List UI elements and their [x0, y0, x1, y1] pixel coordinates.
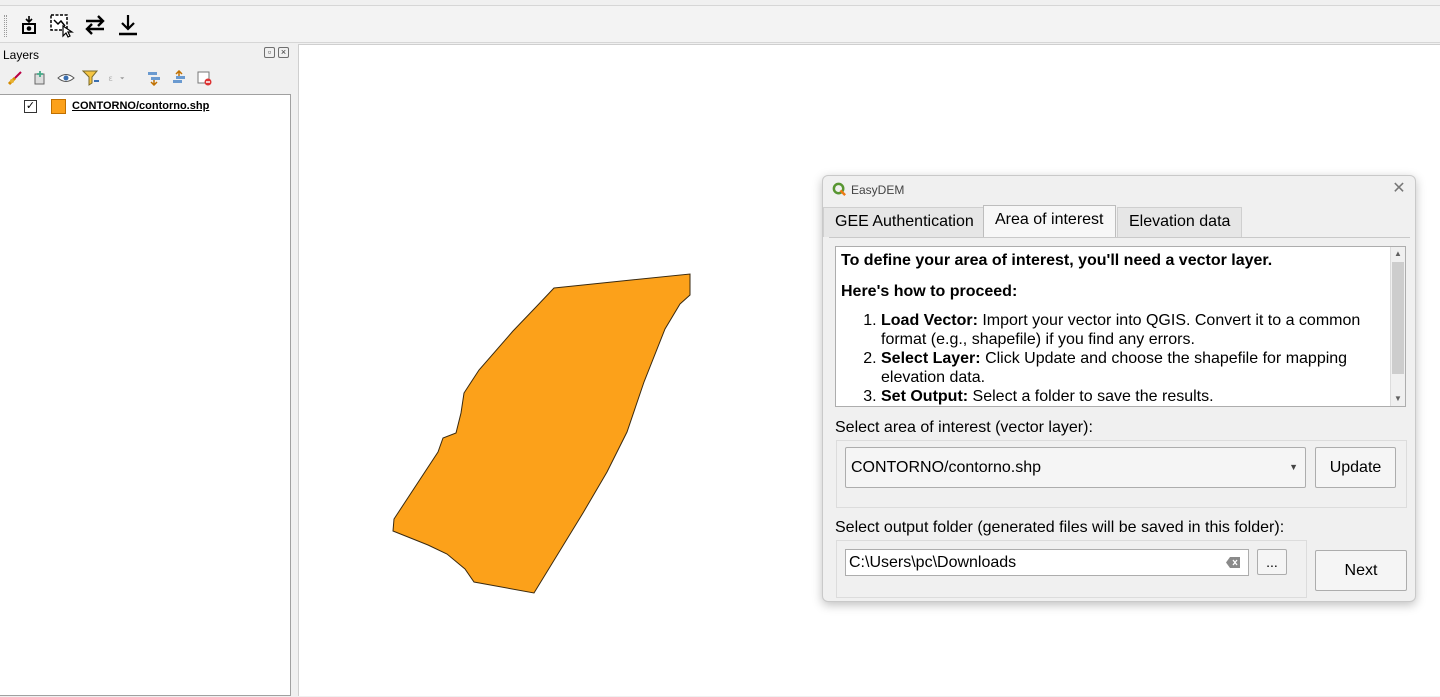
browse-button[interactable]: ... [1257, 549, 1287, 575]
instruction-step: Set Output: Select a folder to save the … [881, 387, 1391, 406]
instructions-steps: Load Vector: Import your vector into QGI… [841, 311, 1391, 406]
toolbar-grip[interactable] [4, 15, 7, 37]
output-folder-value: C:\Users\pc\Downloads [849, 554, 1017, 571]
clear-icon[interactable] [1226, 557, 1240, 568]
panel-splitter[interactable] [291, 43, 298, 696]
tab-area-of-interest[interactable]: Area of interest [983, 205, 1116, 238]
layer-symbol-swatch[interactable] [51, 98, 66, 114]
qgis-logo-icon [832, 182, 846, 196]
plugin-toolbar [0, 5, 1440, 43]
collapse-all-icon[interactable] [170, 69, 188, 87]
aoi-layer-select[interactable]: CONTORNO/contorno.shp ▼ [845, 447, 1306, 488]
output-folder-input[interactable]: C:\Users\pc\Downloads [845, 549, 1249, 576]
output-folder-group: C:\Users\pc\Downloads ... [836, 540, 1307, 598]
filter-icon[interactable] [82, 69, 100, 87]
instruction-step: Load Vector: Import your vector into QGI… [881, 311, 1391, 349]
tab-pane-area-of-interest: To define your area of interest, you'll … [829, 237, 1410, 598]
layer-tree-item[interactable]: ✓ CONTORNO/contorno.shp [24, 98, 209, 114]
remove-layer-icon[interactable] [195, 69, 213, 87]
scroll-down-icon[interactable]: ▼ [1391, 392, 1405, 406]
aoi-label: Select area of interest (vector layer): [835, 419, 1093, 436]
select-map-area-icon[interactable] [46, 10, 76, 40]
layers-panel: Layers ▫ × ε ✓ CONTORNO/contorno.shp [0, 43, 294, 696]
instructions-subheading: Here's how to proceed: [841, 283, 1018, 300]
panel-close-icon[interactable]: × [278, 47, 289, 58]
instructions-scrollbar[interactable]: ▲ ▼ [1390, 247, 1405, 406]
camera-icon[interactable] [14, 10, 44, 40]
aoi-selected-value: CONTORNO/contorno.shp [851, 459, 1041, 476]
visibility-eye-icon[interactable] [57, 69, 75, 87]
dialog-title: EasyDEM [851, 183, 905, 197]
tab-gee-authentication[interactable]: GEE Authentication [823, 207, 986, 237]
layer-visibility-checkbox[interactable]: ✓ [24, 99, 37, 113]
update-button[interactable]: Update [1315, 447, 1396, 488]
layers-panel-title: Layers [3, 48, 40, 62]
close-icon[interactable]: ✕ [1391, 181, 1407, 197]
swap-arrows-icon[interactable] [80, 10, 110, 40]
next-button[interactable]: Next [1315, 550, 1407, 591]
instructions-heading: To define your area of interest, you'll … [841, 252, 1273, 269]
scrollbar-thumb[interactable] [1392, 262, 1404, 374]
tab-elevation-data[interactable]: Elevation data [1117, 207, 1243, 237]
expand-all-icon[interactable] [145, 69, 163, 87]
output-folder-label: Select output folder (generated files wi… [835, 519, 1285, 536]
instructions-textbox[interactable]: To define your area of interest, you'll … [835, 246, 1406, 407]
add-group-icon[interactable] [31, 69, 49, 87]
instruction-step: Select Layer: Click Update and choose th… [881, 349, 1391, 387]
layer-tree: ✓ CONTORNO/contorno.shp [0, 94, 291, 696]
layers-toolbar: ε [6, 67, 286, 89]
easydem-dialog: EasyDEM ✕ GEE Authentication Area of int… [822, 175, 1416, 602]
chevron-down-icon: ▼ [1289, 462, 1298, 472]
svg-text:ε: ε [108, 73, 113, 83]
style-brush-icon[interactable] [6, 69, 24, 87]
download-icon[interactable] [113, 10, 143, 40]
area-of-interest-polygon[interactable] [392, 273, 691, 594]
layer-name[interactable]: CONTORNO/contorno.shp [72, 100, 209, 112]
panel-float-icon[interactable]: ▫ [264, 47, 275, 58]
scroll-up-icon[interactable]: ▲ [1391, 247, 1405, 261]
aoi-group: CONTORNO/contorno.shp ▼ Update [836, 440, 1407, 508]
expression-filter-icon[interactable]: ε [107, 69, 125, 87]
